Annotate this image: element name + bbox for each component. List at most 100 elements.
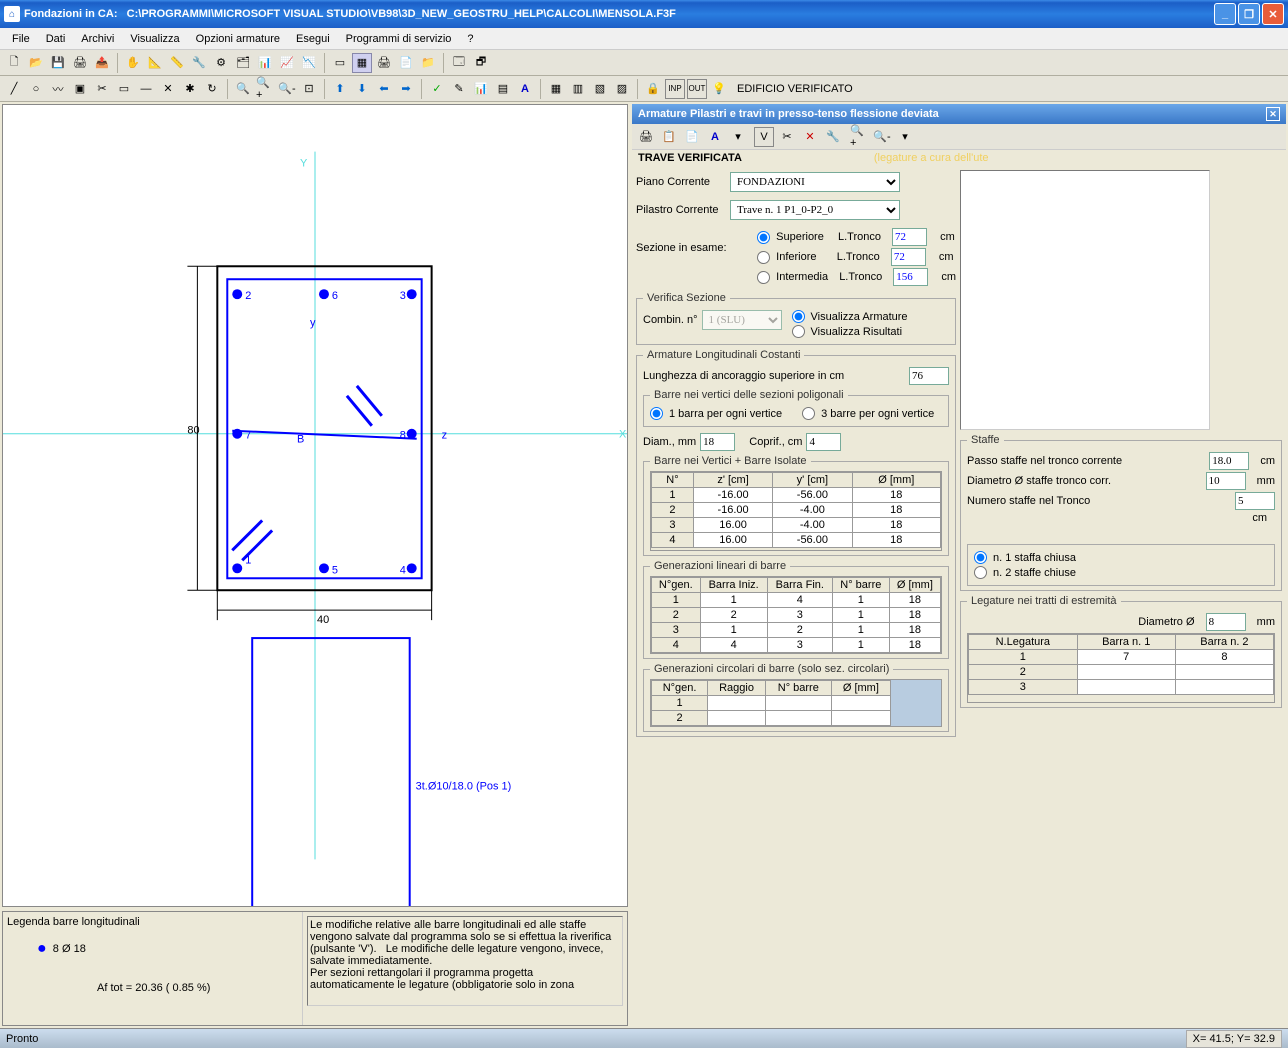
radio-inferiore[interactable] — [757, 251, 770, 264]
panel-zoom-out-icon[interactable]: 🔍- — [872, 127, 892, 147]
menu-visualizza[interactable]: Visualizza — [122, 31, 187, 47]
up-icon[interactable]: ⬆ — [330, 79, 350, 99]
ltronco-int-input[interactable] — [893, 268, 928, 286]
open-icon[interactable]: 📂 — [26, 53, 46, 73]
table-barre-vertici[interactable]: N°z' [cm]y' [cm]Ø [mm] 1-16.00-56.0018 2… — [651, 472, 941, 548]
panel-tool-icon[interactable]: 🔧 — [823, 127, 843, 147]
asterisk-icon[interactable]: ✱ — [180, 79, 200, 99]
window-icon[interactable]: 🗔 — [449, 53, 469, 73]
num-staffe-input[interactable] — [1235, 492, 1275, 510]
left-icon[interactable]: ⬅ — [374, 79, 394, 99]
print2-icon[interactable]: 🖨 — [374, 53, 394, 73]
zoom-fit-icon[interactable]: ⊡ — [299, 79, 319, 99]
line2-icon[interactable]: — — [136, 79, 156, 99]
menu-programmi-servizio[interactable]: Programmi di servizio — [338, 31, 460, 47]
table1-icon[interactable]: ▦ — [546, 79, 566, 99]
grid-icon[interactable]: ▤ — [493, 79, 513, 99]
radio-intermedia[interactable] — [757, 271, 770, 284]
close-button[interactable]: ✕ — [1262, 3, 1284, 25]
panel-font-icon[interactable]: A — [705, 127, 725, 147]
passo-input[interactable] — [1209, 452, 1249, 470]
doc-icon[interactable]: 📄 — [396, 53, 416, 73]
print-icon[interactable]: 🖨 — [70, 53, 90, 73]
cascade-icon[interactable]: 🗗 — [471, 53, 491, 73]
menu-archivi[interactable]: Archivi — [73, 31, 122, 47]
diam-input[interactable] — [700, 433, 735, 451]
text-icon[interactable]: A — [515, 79, 535, 99]
menu-help[interactable]: ? — [459, 31, 481, 47]
drawing-canvas[interactable]: Y X 80 40 2 6 — [2, 104, 628, 907]
save-icon[interactable]: 💾 — [48, 53, 68, 73]
coprif-input[interactable] — [806, 433, 841, 451]
diam-staffe-input[interactable] — [1206, 472, 1246, 490]
export-icon[interactable]: 📤 — [92, 53, 112, 73]
ltronco-sup-input[interactable] — [892, 228, 927, 246]
line-icon[interactable]: ╱ — [4, 79, 24, 99]
menu-esegui[interactable]: Esegui — [288, 31, 338, 47]
lung-anc-input[interactable] — [909, 367, 949, 385]
table3-icon[interactable]: ▧ — [590, 79, 610, 99]
pilastro-select[interactable]: Trave n. 1 P1_0-P2_0 — [730, 200, 900, 220]
polyline-icon[interactable]: 〰 — [48, 79, 68, 99]
tool-a-icon[interactable]: 📐 — [145, 53, 165, 73]
down-icon[interactable]: ⬇ — [352, 79, 372, 99]
radio-3barre[interactable] — [802, 407, 815, 420]
menu-opzioni-armature[interactable]: Opzioni armature — [188, 31, 288, 47]
highlight-icon[interactable]: ▦ — [352, 53, 372, 73]
radio-1barra[interactable] — [650, 407, 663, 420]
panel-doc-icon[interactable]: 📄 — [682, 127, 702, 147]
select-box-icon[interactable]: ▣ — [70, 79, 90, 99]
new-icon[interactable]: 🗋 — [4, 53, 24, 73]
tool-c-icon[interactable]: 🔧 — [189, 53, 209, 73]
tool-h-icon[interactable]: 📉 — [299, 53, 319, 73]
out-icon[interactable]: OUT — [687, 79, 707, 99]
lock-icon[interactable]: 🔒 — [643, 79, 663, 99]
panel-dropdown-icon[interactable]: ▾ — [728, 127, 748, 147]
tool-b-icon[interactable]: 📏 — [167, 53, 187, 73]
panel-print-icon[interactable]: 🖨 — [636, 127, 656, 147]
minimize-button[interactable]: _ — [1214, 3, 1236, 25]
rect2-icon[interactable]: ▭ — [114, 79, 134, 99]
chart-icon[interactable]: 📊 — [471, 79, 491, 99]
bulb-icon[interactable]: 💡 — [709, 79, 729, 99]
table4-icon[interactable]: ▨ — [612, 79, 632, 99]
hand-icon[interactable]: ✋ — [123, 53, 143, 73]
maximize-button[interactable]: ❐ — [1238, 3, 1260, 25]
menu-dati[interactable]: Dati — [38, 31, 74, 47]
check-icon[interactable]: ✓ — [427, 79, 447, 99]
piano-select[interactable]: FONDAZIONI — [730, 172, 900, 192]
menu-file[interactable]: File — [4, 31, 38, 47]
x-icon[interactable]: ✕ — [158, 79, 178, 99]
radio-vis-risultati[interactable] — [792, 325, 805, 338]
right-icon[interactable]: ➡ — [396, 79, 416, 99]
panel-zoom-in-icon[interactable]: 🔍+ — [849, 127, 869, 147]
tool-e-icon[interactable]: 🗂 — [233, 53, 253, 73]
notes-textarea[interactable] — [307, 916, 623, 1006]
zoom-out-icon[interactable]: 🔍- — [277, 79, 297, 99]
ltronco-inf-input[interactable] — [891, 248, 926, 266]
tool-f-icon[interactable]: 📊 — [255, 53, 275, 73]
panel-copy-icon[interactable]: 📋 — [659, 127, 679, 147]
table-gen-lineari[interactable]: N°gen.Barra Iniz.Barra Fin.N° barreØ [mm… — [651, 577, 941, 653]
radio-superiore[interactable] — [757, 231, 770, 244]
table-gen-circolari[interactable]: N°gen.RaggioN° barreØ [mm] 1 2 — [651, 680, 891, 726]
radio-1staffa[interactable] — [974, 551, 987, 564]
pencil-icon[interactable]: ✎ — [449, 79, 469, 99]
panel-verify-icon[interactable]: V — [754, 127, 774, 147]
panel-x-red-icon[interactable]: ✕ — [800, 127, 820, 147]
radio-2staffe[interactable] — [974, 566, 987, 579]
panel-cut-icon[interactable]: ✂ — [777, 127, 797, 147]
rect-icon[interactable]: ▭ — [330, 53, 350, 73]
leg-diam-input[interactable] — [1206, 613, 1246, 631]
panel-dropdown2-icon[interactable]: ▾ — [895, 127, 915, 147]
radio-vis-armature[interactable] — [792, 310, 805, 323]
tool-d-icon[interactable]: ⚙ — [211, 53, 231, 73]
refresh-icon[interactable]: ↻ — [202, 79, 222, 99]
circle-icon[interactable]: ○ — [26, 79, 46, 99]
cut-icon[interactable]: ✂ — [92, 79, 112, 99]
folder-icon[interactable]: 📁 — [418, 53, 438, 73]
inp-icon[interactable]: INP — [665, 79, 685, 99]
zoom-in-icon[interactable]: 🔍+ — [255, 79, 275, 99]
zoom-icon[interactable]: 🔍 — [233, 79, 253, 99]
tool-g-icon[interactable]: 📈 — [277, 53, 297, 73]
